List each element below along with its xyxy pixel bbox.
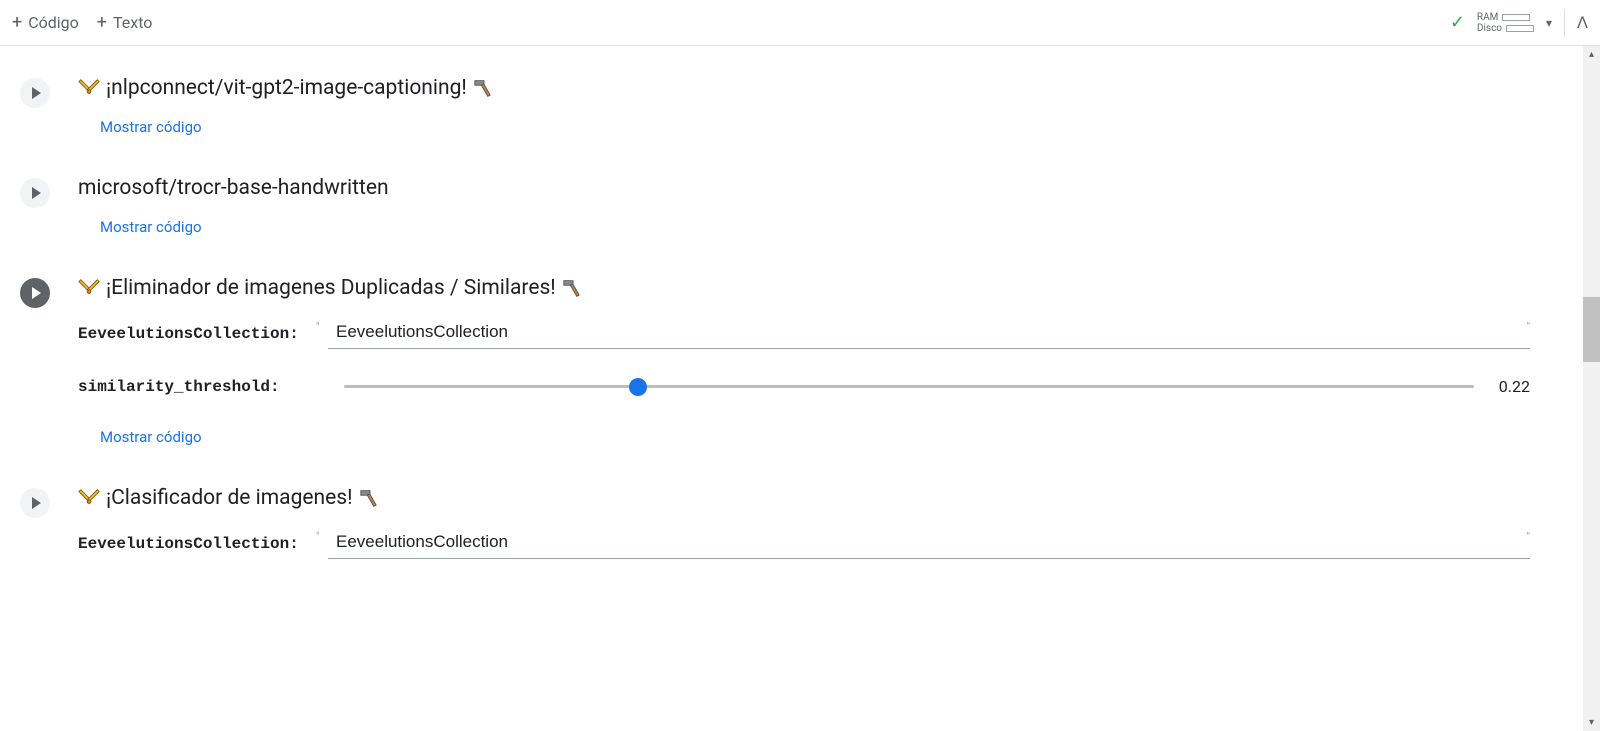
scroll-up-icon[interactable]: ▴ bbox=[1583, 46, 1600, 63]
divider bbox=[1564, 9, 1565, 37]
cell: ¡Eliminador de imagenes Duplicadas / Sim… bbox=[20, 276, 1530, 446]
run-button[interactable] bbox=[20, 488, 50, 518]
cell-title-text: ¡nlpconnect/vit-gpt2-image-captioning! bbox=[106, 76, 467, 100]
vertical-scrollbar[interactable]: ▴ ▾ bbox=[1583, 46, 1600, 731]
cell-body: ¡Eliminador de imagenes Duplicadas / Sim… bbox=[78, 276, 1530, 446]
hammer-icon bbox=[562, 276, 584, 300]
form-row-collection: EeveelutionsCollection: " " bbox=[78, 528, 1530, 559]
crossed-swords-icon bbox=[78, 76, 100, 100]
cell-title-text: microsoft/trocr-base-handwritten bbox=[78, 176, 389, 200]
threshold-label: similarity_threshold: bbox=[78, 378, 328, 396]
plus-icon: + bbox=[97, 14, 107, 32]
collection-label: EeveelutionsCollection: bbox=[78, 535, 328, 553]
disk-bar bbox=[1506, 25, 1534, 32]
run-button[interactable] bbox=[20, 178, 50, 208]
cell: ¡Clasificador de imagenes! EeveelutionsC… bbox=[20, 486, 1530, 587]
check-icon: ✓ bbox=[1450, 12, 1465, 33]
toolbar: + Código + Texto ✓ RAM Disco ▾ ᐱ bbox=[0, 0, 1600, 46]
hammer-icon bbox=[473, 76, 495, 100]
quote-right: " bbox=[1526, 320, 1530, 333]
cell-title-text: ¡Clasificador de imagenes! bbox=[106, 486, 353, 510]
collection-label: EeveelutionsCollection: bbox=[78, 325, 328, 343]
run-button[interactable] bbox=[20, 78, 50, 108]
toolbar-right: ✓ RAM Disco ▾ ᐱ bbox=[1450, 9, 1588, 37]
form-row-threshold: similarity_threshold: 0.22 bbox=[78, 377, 1530, 396]
cell-body: ¡nlpconnect/vit-gpt2-image-captioning! M… bbox=[78, 76, 1530, 136]
cell-title: microsoft/trocr-base-handwritten bbox=[78, 176, 1530, 200]
crossed-swords-icon bbox=[78, 276, 100, 300]
slider-thumb[interactable] bbox=[629, 378, 647, 396]
input-wrap: " " bbox=[328, 318, 1530, 349]
resource-indicator[interactable]: RAM Disco bbox=[1477, 12, 1534, 34]
show-code-link[interactable]: Mostrar código bbox=[100, 118, 1530, 136]
play-icon bbox=[32, 497, 41, 509]
add-code-label: Código bbox=[28, 13, 79, 32]
toolbar-left: + Código + Texto bbox=[12, 13, 1450, 32]
chevron-down-icon[interactable]: ▾ bbox=[1546, 16, 1552, 30]
plus-icon: + bbox=[12, 14, 22, 32]
cell-title: ¡Eliminador de imagenes Duplicadas / Sim… bbox=[78, 276, 1530, 300]
ram-label: RAM bbox=[1477, 12, 1498, 23]
cell-title: ¡Clasificador de imagenes! bbox=[78, 486, 1530, 510]
add-text-label: Texto bbox=[113, 13, 152, 32]
show-code-link[interactable]: Mostrar código bbox=[100, 428, 1530, 446]
threshold-value: 0.22 bbox=[1490, 377, 1530, 396]
collection-input[interactable] bbox=[328, 318, 1530, 349]
scroll-track[interactable] bbox=[1583, 63, 1600, 714]
cell: ¡nlpconnect/vit-gpt2-image-captioning! M… bbox=[20, 76, 1530, 136]
chevron-up-icon[interactable]: ᐱ bbox=[1577, 13, 1588, 32]
add-code-button[interactable]: + Código bbox=[12, 13, 79, 32]
cell-title: ¡nlpconnect/vit-gpt2-image-captioning! bbox=[78, 76, 1530, 100]
quote-left: " bbox=[316, 530, 320, 543]
cell-title-text: ¡Eliminador de imagenes Duplicadas / Sim… bbox=[106, 276, 556, 300]
hammer-icon bbox=[359, 486, 381, 510]
show-code-link[interactable]: Mostrar código bbox=[100, 218, 1530, 236]
scroll-down-icon[interactable]: ▾ bbox=[1583, 714, 1600, 731]
cell-body: ¡Clasificador de imagenes! EeveelutionsC… bbox=[78, 486, 1530, 587]
add-text-button[interactable]: + Texto bbox=[97, 13, 153, 32]
cell: microsoft/trocr-base-handwritten Mostrar… bbox=[20, 176, 1530, 236]
disk-label: Disco bbox=[1477, 23, 1502, 34]
scroll-thumb[interactable] bbox=[1583, 297, 1600, 362]
play-icon bbox=[32, 187, 41, 199]
ram-bar bbox=[1502, 14, 1530, 21]
main-content: ¡nlpconnect/vit-gpt2-image-captioning! M… bbox=[0, 46, 1600, 587]
play-icon bbox=[32, 287, 41, 299]
quote-left: " bbox=[316, 320, 320, 333]
cell-body: microsoft/trocr-base-handwritten Mostrar… bbox=[78, 176, 1530, 236]
threshold-slider[interactable] bbox=[344, 385, 1474, 388]
form-row-collection: EeveelutionsCollection: " " bbox=[78, 318, 1530, 349]
play-icon bbox=[32, 87, 41, 99]
quote-right: " bbox=[1526, 530, 1530, 543]
crossed-swords-icon bbox=[78, 486, 100, 510]
collection-input[interactable] bbox=[328, 528, 1530, 559]
input-wrap: " " bbox=[328, 528, 1530, 559]
run-button[interactable] bbox=[20, 278, 50, 308]
